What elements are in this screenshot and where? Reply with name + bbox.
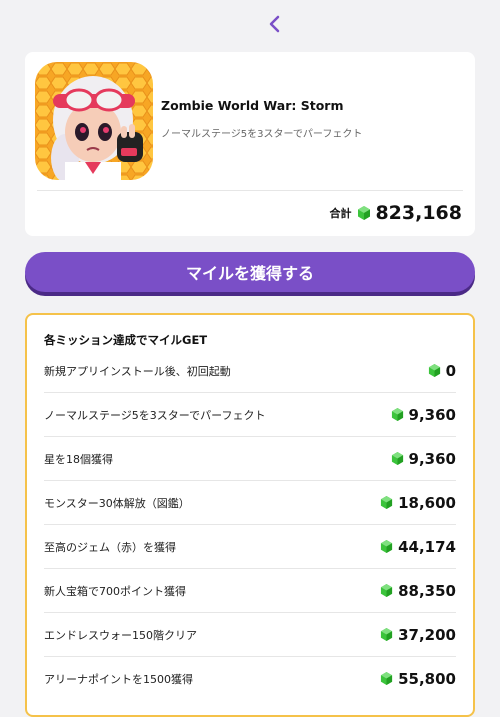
- mission-row: ノーマルステージ5を3スターでパーフェクト 9,360: [44, 393, 456, 437]
- gem-icon: [380, 583, 394, 598]
- mission-reward: 37,200: [380, 626, 456, 644]
- mission-row: エンドレスウォー150階クリア 37,200: [44, 613, 456, 657]
- gem-icon: [380, 539, 394, 554]
- gem-icon: [428, 363, 442, 378]
- gem-icon: [391, 407, 405, 422]
- mission-label: 新規アプリインストール後、初回起動: [44, 364, 231, 378]
- gem-icon: [357, 206, 371, 220]
- app-icon[interactable]: [35, 62, 153, 180]
- mission-reward: 44,174: [380, 538, 456, 556]
- app-card: Zombie World War: Storm ノーマルステージ5を3スターでパ…: [25, 52, 475, 236]
- missions-panel: 各ミッション達成でマイルGET 新規アプリインストール後、初回起動 0 ノーマルステ…: [25, 313, 475, 717]
- total-row: 合計 823,168: [329, 199, 462, 227]
- mission-label: アリーナポイントを1500獲得: [44, 672, 193, 686]
- back-button[interactable]: [262, 10, 286, 38]
- mission-value: 0: [445, 361, 456, 380]
- mission-value: 88,350: [398, 581, 456, 600]
- divider: [37, 190, 463, 191]
- mission-label: 星を18個獲得: [44, 452, 113, 466]
- mission-row: 新人宝箱で700ポイント獲得 88,350: [44, 569, 456, 613]
- total-label: 合計: [329, 207, 352, 220]
- gem-icon: [391, 451, 405, 466]
- mission-value: 9,360: [408, 449, 456, 468]
- mission-reward: 9,360: [391, 450, 456, 468]
- mission-reward: 88,350: [380, 582, 456, 600]
- mission-label: 至高のジェム（赤）を獲得: [44, 540, 176, 554]
- app-subtitle: ノーマルステージ5を3スターでパーフェクト: [161, 129, 363, 140]
- mission-row: 新規アプリインストール後、初回起動 0: [44, 349, 456, 393]
- mission-value: 37,200: [398, 625, 456, 644]
- gem-icon: [380, 671, 394, 686]
- mission-row: 至高のジェム（赤）を獲得 44,174: [44, 525, 456, 569]
- gem-icon: [380, 495, 394, 510]
- app-title: Zombie World War: Storm: [161, 98, 344, 113]
- mission-value: 18,600: [398, 493, 456, 512]
- mission-row: モンスター30体解放（図鑑） 18,600: [44, 481, 456, 525]
- earn-miles-button[interactable]: マイルを獲得する: [25, 252, 475, 292]
- mission-reward: 55,800: [380, 670, 456, 688]
- mission-reward: 9,360: [391, 406, 456, 424]
- chevron-left-icon: [269, 15, 280, 33]
- mission-label: モンスター30体解放（図鑑）: [44, 496, 190, 510]
- mission-list: 新規アプリインストール後、初回起動 0 ノーマルステージ5を3スターでパーフェクト 9…: [44, 349, 456, 700]
- mission-reward: 0: [428, 362, 456, 380]
- mission-label: 新人宝箱で700ポイント獲得: [44, 584, 186, 598]
- mission-reward: 18,600: [380, 494, 456, 512]
- total-value: 823,168: [375, 202, 462, 224]
- mission-value: 55,800: [398, 669, 456, 688]
- mission-value: 9,360: [408, 405, 456, 424]
- missions-title: 各ミッション達成でマイルGET: [44, 333, 208, 347]
- mission-label: エンドレスウォー150階クリア: [44, 628, 197, 642]
- mission-row: アリーナポイントを1500獲得 55,800: [44, 657, 456, 700]
- gem-icon: [380, 627, 394, 642]
- mission-row: 星を18個獲得 9,360: [44, 437, 456, 481]
- mission-label: ノーマルステージ5を3スターでパーフェクト: [44, 408, 266, 422]
- mission-value: 44,174: [398, 537, 456, 556]
